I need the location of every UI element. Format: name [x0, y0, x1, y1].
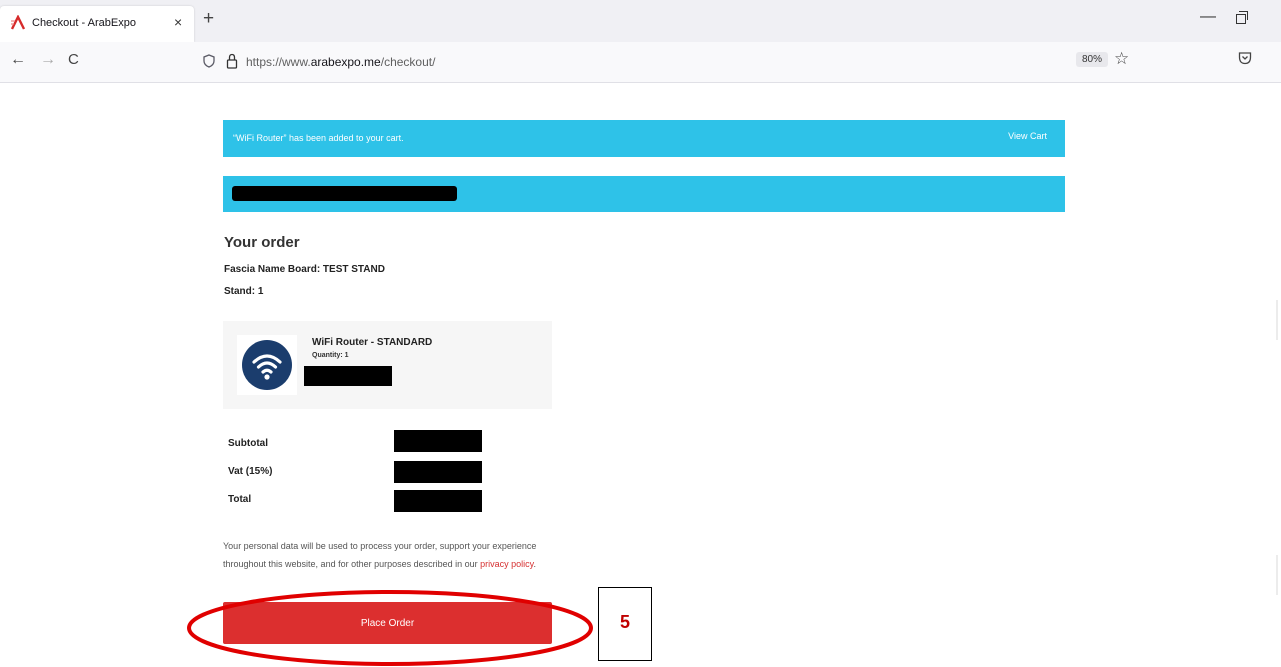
annotation-step-box: 5 [598, 587, 652, 661]
privacy-notice: Your personal data will be used to proce… [223, 541, 537, 569]
scrollbar-mark[interactable] [1276, 300, 1278, 340]
wifi-icon [242, 340, 292, 390]
pocket-icon[interactable] [1238, 51, 1252, 65]
redacted-block [394, 461, 482, 483]
back-button[interactable]: ← [10, 50, 26, 70]
order-item-card: WiFi Router - STANDARD Quantity: 1 [223, 321, 552, 409]
url-text[interactable]: https://www.arabexpo.me/checkout/ [246, 55, 435, 69]
tab-bar: Checkout - ArabExpo × + — [0, 0, 1281, 42]
arabexpo-favicon-icon [10, 15, 26, 30]
redacted-block [394, 430, 482, 452]
scrollbar-mark[interactable] [1276, 555, 1278, 595]
info-banner [223, 176, 1065, 212]
tab-close-icon[interactable]: × [174, 14, 182, 30]
new-tab-button[interactable]: + [203, 9, 214, 29]
navigation-bar: ← → C https://www.arabexpo.me/checkout/ … [0, 42, 1281, 83]
privacy-policy-link[interactable]: privacy policy [480, 559, 533, 569]
zoom-level-badge[interactable]: 80% [1076, 52, 1109, 67]
fascia-name-board: Fascia Name Board: TEST STAND [224, 264, 385, 275]
total-label: Total [228, 494, 252, 505]
browser-tab[interactable]: Checkout - ArabExpo × [0, 6, 194, 42]
cart-notice-text: “WiFi Router” has been added to your car… [233, 133, 404, 143]
reload-button[interactable]: C [68, 50, 79, 70]
cart-notice-banner: “WiFi Router” has been added to your car… [223, 120, 1065, 157]
subtotal-label: Subtotal [228, 438, 268, 449]
vat-label: Vat (15%) [228, 466, 273, 477]
lock-icon[interactable] [226, 53, 238, 69]
annotation-step-number: 5 [619, 612, 630, 632]
stand-number: Stand: 1 [224, 286, 264, 297]
product-image [237, 335, 297, 395]
window-minimize-button[interactable]: — [1200, 8, 1216, 26]
tracking-shield-icon[interactable] [203, 54, 215, 68]
bookmark-star-icon[interactable]: ☆ [1114, 49, 1129, 69]
redacted-block [232, 186, 457, 201]
tab-title: Checkout - ArabExpo [32, 17, 136, 29]
your-order-heading: Your order [224, 234, 300, 251]
window-restore-icon[interactable] [1236, 11, 1248, 24]
forward-button[interactable]: → [40, 50, 56, 70]
view-cart-link[interactable]: View Cart [1008, 131, 1047, 141]
product-name: WiFi Router - STANDARD [312, 337, 433, 348]
product-quantity: Quantity: 1 [312, 352, 349, 359]
redacted-block [394, 490, 482, 512]
place-order-button[interactable]: Place Order [223, 602, 552, 644]
url-bar[interactable]: https://www.arabexpo.me/checkout/ 80% ☆ [190, 47, 1150, 77]
redacted-block [304, 366, 392, 386]
